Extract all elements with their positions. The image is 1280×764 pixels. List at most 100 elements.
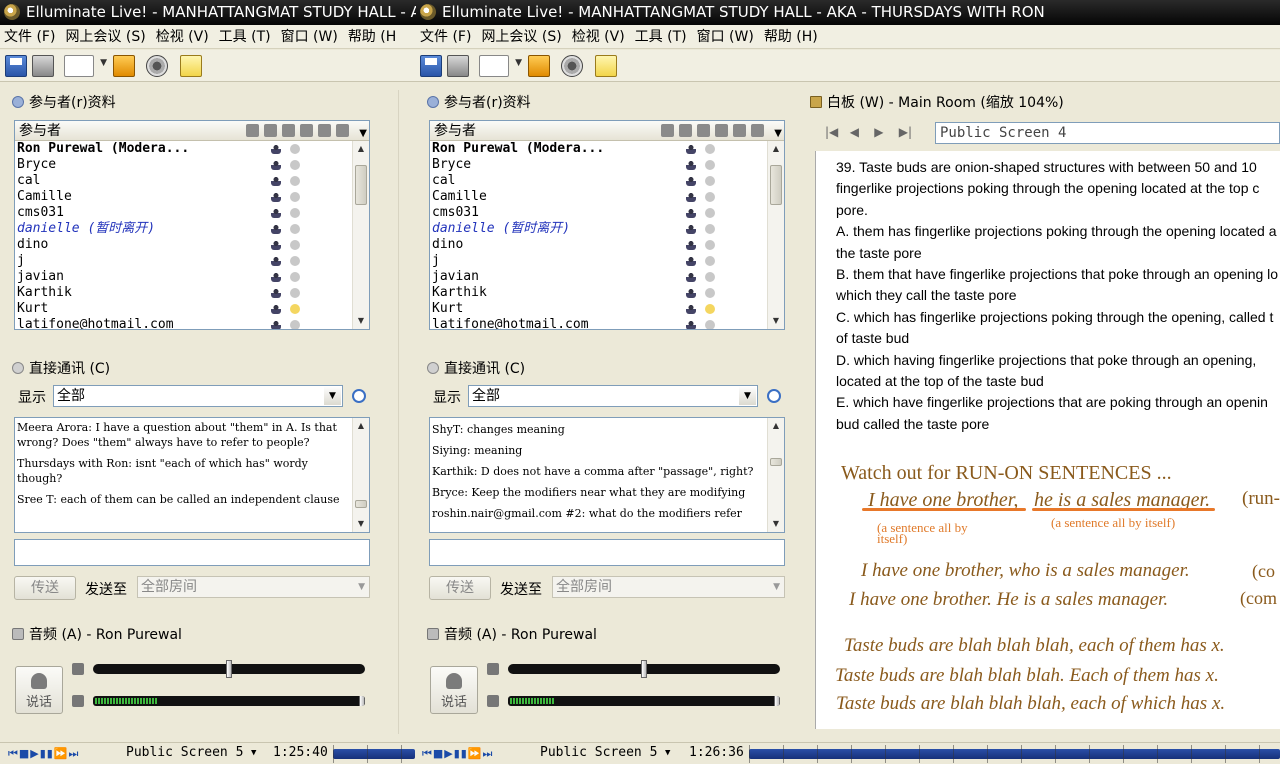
user-status-icon (686, 240, 696, 250)
menu-help[interactable]: 帮助 (H) (760, 29, 824, 45)
whiteboard-canvas[interactable]: 39. Taste buds are onion-shaped structur… (815, 151, 1280, 729)
participant-row[interactable]: cal (430, 173, 784, 189)
notes-icon[interactable] (180, 55, 202, 77)
participant-row[interactable]: j (430, 253, 784, 269)
chat-log-right[interactable]: ShyT: changes meaning Siying: meaning Ka… (429, 417, 785, 533)
menu-session[interactable]: 网上会议 (S) (477, 29, 567, 45)
prev-screen-icon[interactable]: ◀ (850, 125, 859, 139)
screen-nav-controls: |◀ ◀ ▶ ▶| (825, 125, 912, 139)
speaker-level-meter[interactable] (508, 696, 780, 706)
chat-filter-select[interactable]: 全部 ▼ (468, 385, 758, 407)
save-icon[interactable] (5, 55, 27, 77)
chat-log-left[interactable]: Meera Arora: I have a question about "th… (14, 417, 370, 533)
menu-view[interactable]: 检视 (V) (568, 29, 631, 45)
participant-row[interactable]: Karthik (15, 285, 369, 301)
participant-row[interactable]: Kurt (430, 301, 784, 317)
participant-scrollbar[interactable]: ▲ ▼ (767, 141, 784, 329)
print-icon[interactable] (32, 55, 54, 77)
participant-row[interactable]: Ron Purewal (Modera... (430, 141, 784, 157)
participant-scrollbar[interactable]: ▲ ▼ (352, 141, 369, 329)
question-line: E. which have fingerlike projections tha… (836, 394, 1268, 411)
status-screen-right[interactable]: Public Screen 5 (540, 745, 657, 760)
mic-volume-slider[interactable] (508, 660, 780, 678)
participant-row[interactable]: Ron Purewal (Modera... (15, 141, 369, 157)
window-title-bar-right[interactable]: Elluminate Live! - MANHATTANGMAT STUDY H… (416, 0, 1280, 25)
slider-knob[interactable] (226, 660, 232, 678)
participant-row[interactable]: cms031 (430, 205, 784, 221)
webcam-icon[interactable] (146, 55, 168, 77)
participant-row[interactable]: latifone@hotmail.com (15, 317, 369, 329)
participant-row[interactable]: Bryce (15, 157, 369, 173)
send-button[interactable]: 传送 (429, 576, 491, 600)
participant-row[interactable]: Camille (15, 189, 369, 205)
participant-row[interactable]: javian (15, 269, 369, 285)
user-status-icon (271, 224, 281, 234)
webcam-icon[interactable] (561, 55, 583, 77)
participant-row[interactable]: dino (15, 237, 369, 253)
menu-window[interactable]: 窗口 (W) (693, 29, 760, 45)
user-status-icon (686, 144, 696, 154)
menu-session[interactable]: 网上会议 (S) (61, 29, 151, 45)
participant-row[interactable]: javian (430, 269, 784, 285)
notes-icon[interactable] (595, 55, 617, 77)
panel-splitter[interactable] (398, 90, 416, 734)
chat-scrollbar[interactable]: ▲ ▼ (352, 418, 369, 532)
talk-button[interactable]: 说话 (430, 666, 478, 714)
mic-volume-slider[interactable] (93, 660, 365, 678)
speaker-level-meter[interactable] (93, 696, 365, 706)
send-to-select[interactable]: 全部房间 ▼ (137, 576, 370, 598)
participant-row[interactable]: Bryce (430, 157, 784, 173)
menu-file[interactable]: 文件 (F) (0, 29, 61, 45)
chat-scrollbar[interactable]: ▲ ▼ (767, 418, 784, 532)
menu-tools[interactable]: 工具 (T) (631, 29, 693, 45)
participant-row[interactable]: cms031 (15, 205, 369, 221)
chevron-down-icon[interactable]: ▼ (665, 748, 670, 758)
participant-row[interactable]: dino (430, 237, 784, 253)
participant-row[interactable]: cal (15, 173, 369, 189)
menu-file[interactable]: 文件 (F) (416, 29, 477, 45)
participant-row[interactable]: j (15, 253, 369, 269)
send-button[interactable]: 传送 (14, 576, 76, 600)
show-label: 显示 (433, 390, 461, 406)
send-to-select[interactable]: 全部房间 ▼ (552, 576, 785, 598)
chat-message: Bryce: Keep the modifiers near what they… (432, 486, 746, 499)
chat-filter-select[interactable]: 全部 ▼ (53, 385, 343, 407)
status-screen-left[interactable]: Public Screen 5 (126, 745, 243, 760)
chevron-down-icon[interactable]: ▼ (251, 748, 256, 758)
talk-button[interactable]: 说话 (15, 666, 63, 714)
clock-icon[interactable] (767, 389, 781, 403)
layout-icon[interactable] (64, 55, 107, 77)
app-share-icon[interactable] (113, 55, 135, 77)
screen-name-field[interactable]: Public Screen 4 (935, 122, 1280, 144)
menu-help[interactable]: 帮助 (H (344, 29, 402, 45)
participant-row[interactable]: Camille (430, 189, 784, 205)
participant-row[interactable]: latifone@hotmail.com (430, 317, 784, 329)
question-line: located at the top of the taste bud (836, 373, 1044, 389)
window-title-bar-left[interactable]: Elluminate Live! - MANHATTANGMAT STUDY H… (0, 0, 416, 25)
participant-row[interactable]: Kurt (15, 301, 369, 317)
next-screen-icon[interactable]: ▶ (874, 125, 883, 139)
last-screen-icon[interactable]: ▶| (899, 125, 912, 139)
print-icon[interactable] (447, 55, 469, 77)
participant-list[interactable]: 参与者 ▼ Ron Purewal (Modera... Bryce cal Cami… (429, 120, 785, 330)
chat-input[interactable] (14, 539, 370, 566)
playback-timeline-left[interactable] (333, 745, 415, 763)
clock-icon[interactable] (352, 389, 366, 403)
layout-icon[interactable] (479, 55, 522, 77)
app-share-icon[interactable] (528, 55, 550, 77)
participant-list[interactable]: 参与者 ▼ Ron Purewal (Modera... Bryce cal Cami… (14, 120, 370, 330)
participant-row[interactable]: danielle (暂时离开) (430, 221, 784, 237)
playback-controls-left[interactable]: ⏮■▶▮▮⏩⏭ (8, 747, 79, 761)
playback-timeline-right[interactable] (749, 745, 1280, 763)
participant-row[interactable]: danielle (暂时离开) (15, 221, 369, 237)
menu-tools[interactable]: 工具 (T) (215, 29, 277, 45)
user-status-icon (686, 304, 696, 314)
first-screen-icon[interactable]: |◀ (825, 125, 838, 139)
slider-knob[interactable] (641, 660, 647, 678)
playback-controls-right[interactable]: ⏮■▶▮▮⏩⏭ (422, 747, 493, 761)
save-icon[interactable] (420, 55, 442, 77)
chat-input[interactable] (429, 539, 785, 566)
menu-window[interactable]: 窗口 (W) (277, 29, 344, 45)
participant-row[interactable]: Karthik (430, 285, 784, 301)
menu-view[interactable]: 检视 (V) (152, 29, 215, 45)
